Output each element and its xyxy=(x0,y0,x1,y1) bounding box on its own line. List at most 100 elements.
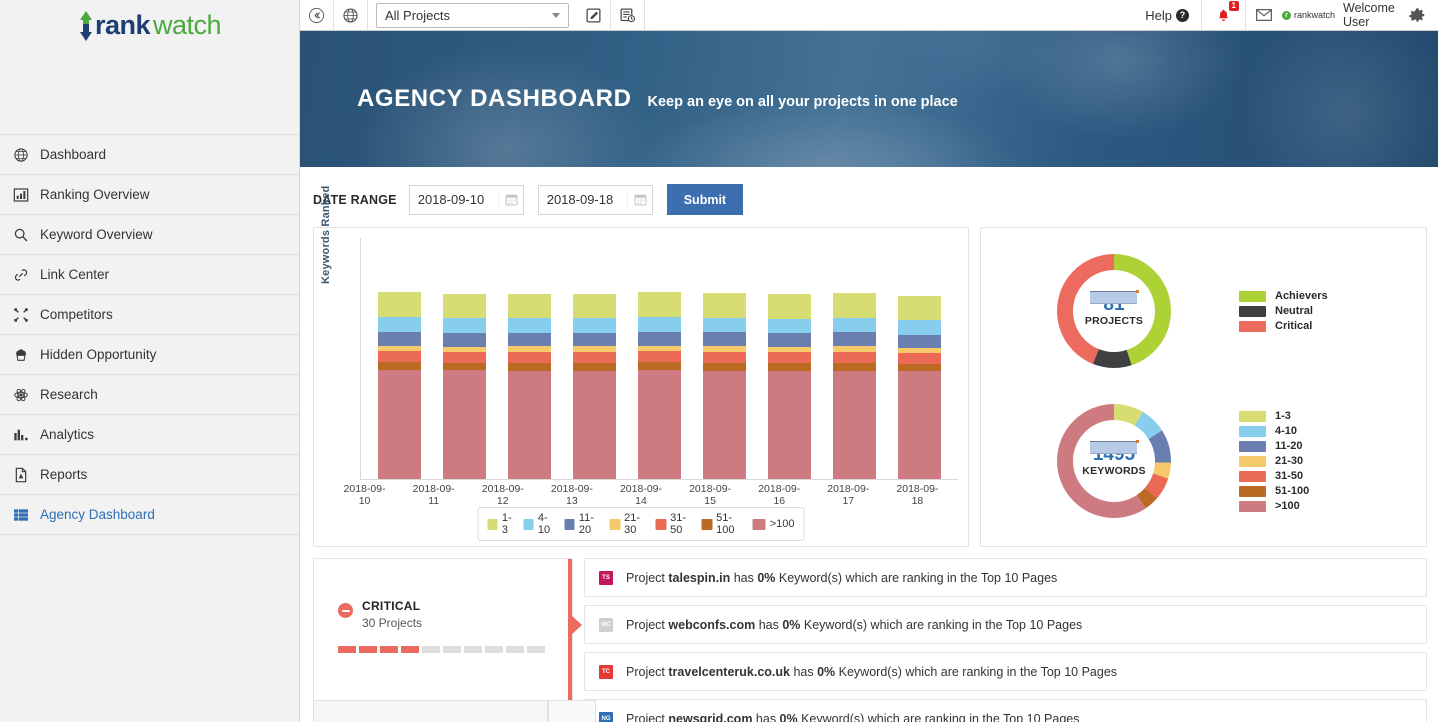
sidebar-item-dashboard[interactable]: Dashboard xyxy=(0,135,299,175)
messages-button[interactable] xyxy=(1246,9,1282,21)
bar-segment-1120[interactable] xyxy=(443,332,486,347)
bar-segment-13[interactable] xyxy=(378,291,421,317)
legend-item[interactable]: 21-30 xyxy=(609,512,647,536)
projects-donut-chart[interactable]: 81 PROJECTS xyxy=(1057,254,1171,368)
bar-segment-410[interactable] xyxy=(898,320,941,335)
bar-segment-51100[interactable] xyxy=(443,362,486,371)
alert-list-item[interactable]: WC Project webconfs.com has 0% Keyword(s)… xyxy=(584,605,1427,644)
bar-segment-1120[interactable] xyxy=(508,332,551,347)
bar-segment-1120[interactable] xyxy=(573,332,616,347)
bar-segment-3150[interactable] xyxy=(378,351,421,363)
bar-segment-410[interactable] xyxy=(573,318,616,333)
bar-segment-410[interactable] xyxy=(378,316,421,332)
legend-item[interactable]: 51-100 xyxy=(1239,485,1309,497)
sidebar-item-keyword-overview[interactable]: Keyword Overview xyxy=(0,215,299,255)
bar-group[interactable] xyxy=(898,238,941,479)
bar-segment-410[interactable] xyxy=(703,317,746,333)
collapse-left-icon[interactable] xyxy=(300,0,334,30)
bar-segment-3150[interactable] xyxy=(768,352,811,364)
calendar-icon[interactable] xyxy=(497,192,519,207)
bar-segment-1120[interactable] xyxy=(703,332,746,347)
alert-list-item[interactable]: TC Project travelcenteruk.co.uk has 0% Ke… xyxy=(584,652,1427,691)
bar-segment-100[interactable] xyxy=(703,370,746,479)
calendar-icon[interactable] xyxy=(626,192,648,207)
bar-segment-3150[interactable] xyxy=(703,351,746,363)
legend-item[interactable]: 4-10 xyxy=(1239,425,1309,437)
legend-item[interactable]: 1-3 xyxy=(1239,410,1309,422)
bar-segment-410[interactable] xyxy=(768,318,811,334)
bar-segment-100[interactable] xyxy=(378,370,421,479)
bar-segment-1120[interactable] xyxy=(768,333,811,348)
bar-segment-13[interactable] xyxy=(703,292,746,318)
bar-segment-13[interactable] xyxy=(833,293,876,318)
bar-segment-13[interactable] xyxy=(508,293,551,319)
bar-segment-51100[interactable] xyxy=(573,363,616,371)
bar-segment-100[interactable] xyxy=(768,370,811,479)
legend-item[interactable]: Critical xyxy=(1239,320,1328,332)
brand-logo[interactable]: rank watch xyxy=(0,0,299,134)
bar-group[interactable] xyxy=(638,238,681,479)
project-select[interactable]: All Projects xyxy=(376,3,569,28)
edit-square-icon[interactable] xyxy=(577,0,611,30)
bar-segment-3150[interactable] xyxy=(638,351,681,363)
sidebar-item-ranking-overview[interactable]: Ranking Overview xyxy=(0,175,299,215)
bar-segment-100[interactable] xyxy=(638,370,681,479)
bar-segment-410[interactable] xyxy=(833,317,876,333)
bar-segment-1120[interactable] xyxy=(833,332,876,347)
report-clock-icon[interactable] xyxy=(611,0,645,30)
bar-group[interactable] xyxy=(768,238,811,479)
bar-segment-100[interactable] xyxy=(833,370,876,479)
sidebar-item-reports[interactable]: Reports xyxy=(0,455,299,495)
bar-group[interactable] xyxy=(508,238,551,479)
bar-segment-100[interactable] xyxy=(573,370,616,479)
alert-list-item[interactable]: NG Project newsgrid.com has 0% Keyword(s)… xyxy=(584,699,1427,722)
legend-item[interactable]: 51-100 xyxy=(701,512,744,536)
bar-segment-3150[interactable] xyxy=(443,352,486,363)
bar-group[interactable] xyxy=(833,238,876,479)
legend-item[interactable]: 21-30 xyxy=(1239,455,1309,467)
bar-group[interactable] xyxy=(443,238,486,479)
sidebar-item-agency-dashboard[interactable]: Agency Dashboard xyxy=(0,495,299,535)
sidebar-item-research[interactable]: Research xyxy=(0,375,299,415)
bar-segment-410[interactable] xyxy=(638,317,681,332)
keywords-donut-chart[interactable]: 1495 KEYWORDS xyxy=(1057,404,1171,518)
next-summary-card-side[interactable] xyxy=(548,700,596,722)
date-from-input[interactable]: 2018-09-10 xyxy=(408,184,524,215)
legend-item[interactable]: 1-3 xyxy=(487,512,515,536)
legend-item[interactable]: >100 xyxy=(752,518,795,530)
bar-segment-3150[interactable] xyxy=(508,351,551,363)
legend-item[interactable]: Achievers xyxy=(1239,290,1328,302)
bar-segment-3150[interactable] xyxy=(898,353,941,364)
bar-segment-1120[interactable] xyxy=(378,331,421,346)
notifications-button[interactable]: 1 xyxy=(1202,0,1246,30)
next-summary-card[interactable] xyxy=(313,700,548,722)
bar-segment-13[interactable] xyxy=(443,293,486,319)
bar-segment-51100[interactable] xyxy=(378,362,421,371)
bar-segment-1120[interactable] xyxy=(638,331,681,346)
alert-list-item[interactable]: TS Project talespin.in has 0% Keyword(s) … xyxy=(584,558,1427,597)
date-to-input[interactable]: 2018-09-18 xyxy=(537,184,653,215)
bar-segment-51100[interactable] xyxy=(638,362,681,371)
submit-button[interactable]: Submit xyxy=(666,184,744,215)
legend-item[interactable]: 4-10 xyxy=(523,512,555,536)
bar-segment-1120[interactable] xyxy=(898,334,941,349)
bar-segment-13[interactable] xyxy=(573,293,616,319)
bar-group[interactable] xyxy=(378,238,421,479)
user-menu[interactable]: Welcome User xyxy=(1343,1,1397,29)
bar-group[interactable] xyxy=(703,238,746,479)
bar-segment-51100[interactable] xyxy=(508,362,551,371)
sidebar-item-competitors[interactable]: Competitors xyxy=(0,295,299,335)
bar-segment-100[interactable] xyxy=(443,370,486,479)
bar-segment-51100[interactable] xyxy=(898,363,941,372)
bar-segment-100[interactable] xyxy=(898,371,941,479)
help-button[interactable]: Help ? xyxy=(1133,0,1202,30)
bar-segment-100[interactable] xyxy=(508,370,551,479)
sidebar-item-link-center[interactable]: Link Center xyxy=(0,255,299,295)
bar-segment-13[interactable] xyxy=(768,294,811,319)
legend-item[interactable]: 31-50 xyxy=(655,512,693,536)
bar-segment-13[interactable] xyxy=(898,295,941,321)
bar-segment-13[interactable] xyxy=(638,292,681,318)
bar-segment-51100[interactable] xyxy=(768,363,811,371)
legend-item[interactable]: 11-20 xyxy=(564,512,600,536)
bar-segment-410[interactable] xyxy=(508,318,551,333)
